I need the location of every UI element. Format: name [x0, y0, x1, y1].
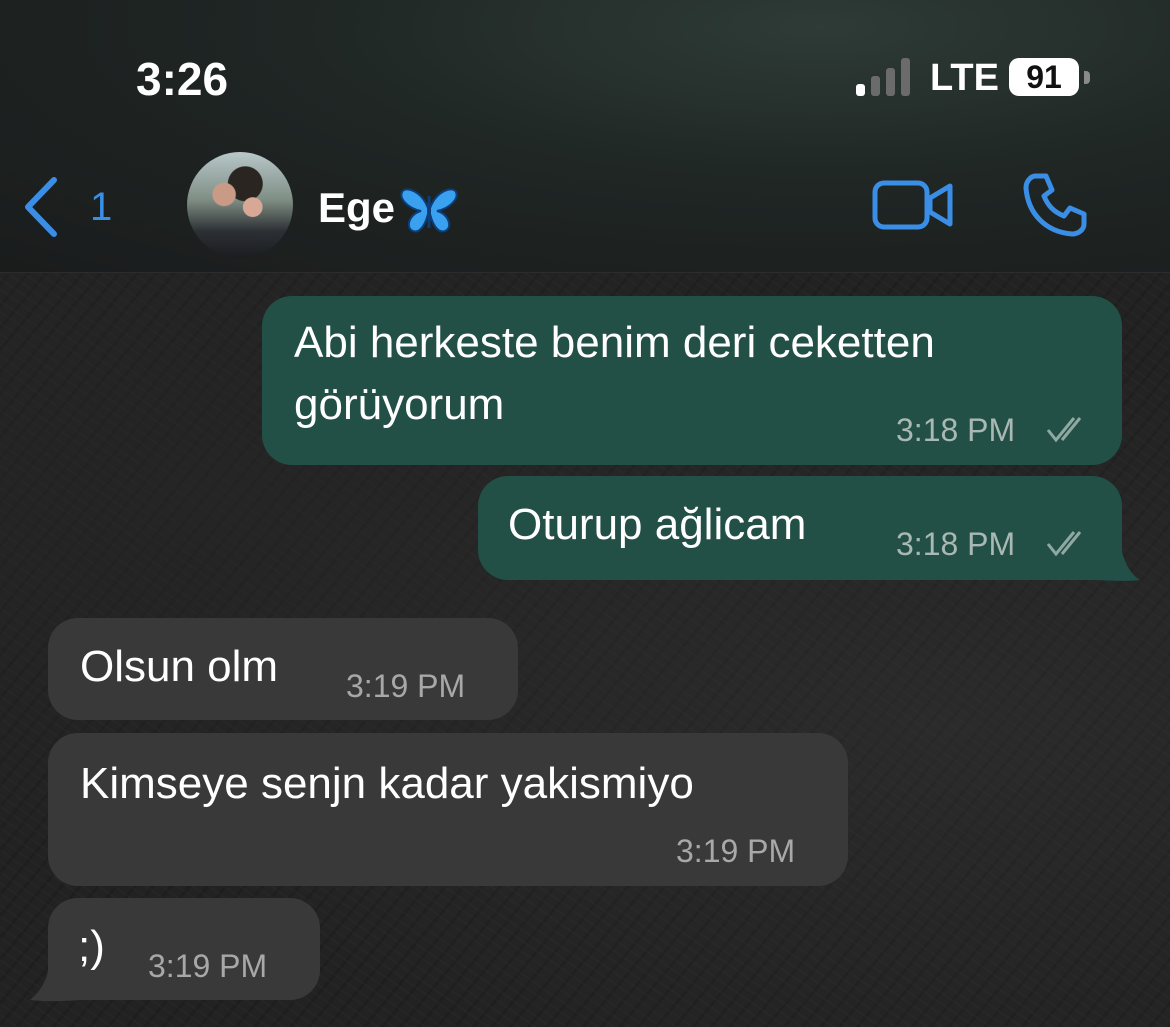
contact-name: Ege — [318, 184, 396, 231]
chevron-left-icon — [25, 177, 57, 237]
message-text: Abi herkeste benim deri ceketten görüyor… — [294, 318, 935, 429]
message-text: Kimseye senjn kadar yakismiyo — [80, 759, 694, 808]
message-text: Olsun olm — [80, 642, 279, 691]
message-text: Oturup ağlicam — [508, 500, 807, 549]
message-bubble-outgoing[interactable]: Oturup ağlicam 3:18 PM — [478, 476, 1122, 580]
message-text: ;) — [78, 922, 105, 971]
video-camera-icon[interactable] — [872, 178, 954, 232]
avatar[interactable] — [187, 152, 293, 258]
signal-strength-icon — [856, 58, 912, 96]
message-bubble-incoming[interactable]: ;) 3:19 PM — [48, 898, 320, 1000]
unread-count: 1 — [90, 184, 113, 229]
butterfly-emoji — [400, 188, 458, 233]
status-time: 3:26 — [136, 53, 229, 105]
message-time: 3:18 PM — [896, 412, 1016, 448]
message-time: 3:18 PM — [896, 526, 1016, 562]
double-check-icon — [1046, 531, 1082, 557]
battery-level: 91 — [1009, 58, 1079, 96]
bubble-tail — [1090, 540, 1140, 581]
message-time: 3:19 PM — [676, 833, 796, 869]
message-time: 3:19 PM — [148, 948, 268, 984]
contact-name-row[interactable]: Ege — [318, 184, 459, 236]
phone-icon[interactable] — [1022, 172, 1088, 238]
network-type: LTE — [930, 57, 999, 99]
message-bubble-incoming[interactable]: Kimseye senjn kadar yakismiyo 3:19 PM — [48, 733, 848, 886]
message-bubble-outgoing[interactable]: Abi herkeste benim deri ceketten görüyor… — [262, 296, 1122, 465]
chat-header: 3:26 LTE 91 1 Ege — [0, 0, 1170, 273]
back-button[interactable]: 1 — [20, 172, 130, 242]
battery-cap — [1084, 71, 1090, 84]
double-check-icon — [1046, 417, 1082, 443]
message-time: 3:19 PM — [346, 668, 466, 704]
message-bubble-incoming[interactable]: Olsun olm 3:19 PM — [48, 618, 518, 720]
